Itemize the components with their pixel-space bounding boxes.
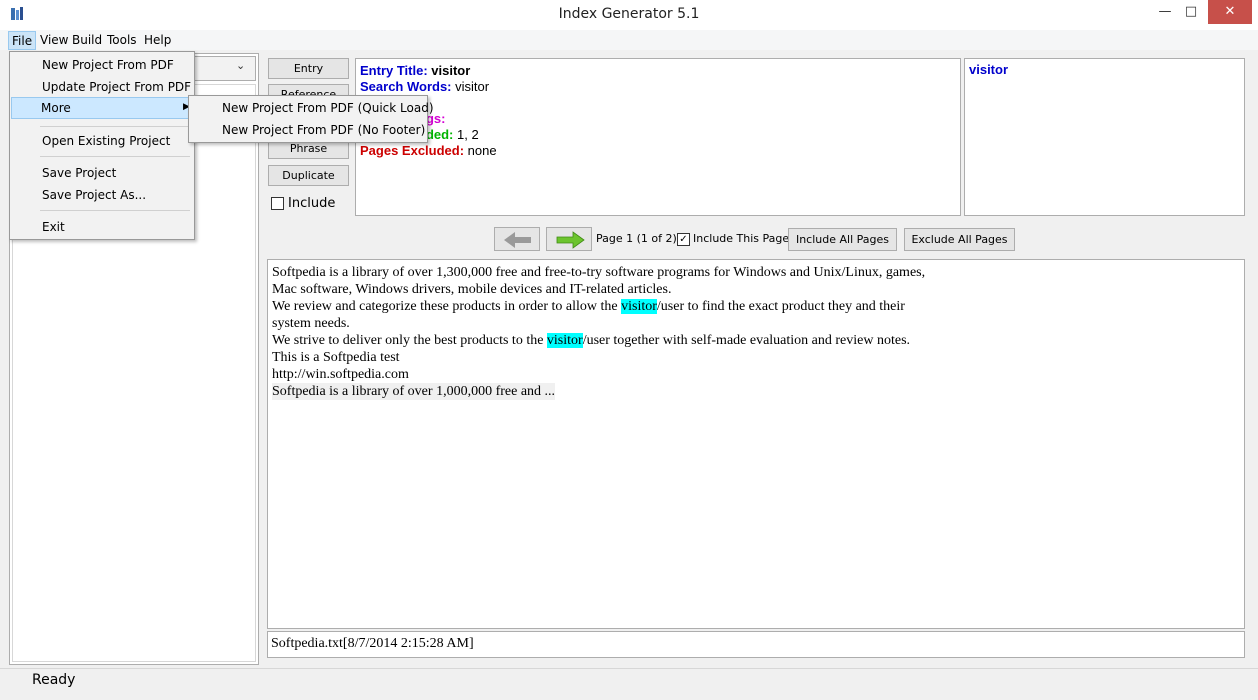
- menu-item-more-label[interactable]: More: [41, 101, 71, 115]
- minimize-button[interactable]: —: [1152, 0, 1178, 24]
- search-highlight: visitor: [546, 333, 583, 348]
- search-words-line: Search Words: visitor: [360, 79, 489, 94]
- menu-file[interactable]: File: [8, 31, 37, 50]
- include-all-pages-button[interactable]: Include All Pages: [788, 228, 897, 251]
- chevron-down-icon[interactable]: ⌄: [236, 59, 245, 72]
- duplicate-button[interactable]: Duplicate: [268, 165, 349, 186]
- menu-help[interactable]: Help: [141, 31, 174, 50]
- text-segment: /user to find the exact product they and…: [656, 299, 905, 314]
- pages-excluded-value: none: [467, 143, 497, 158]
- menu-view[interactable]: View: [37, 31, 71, 50]
- status-bar: [0, 668, 1258, 700]
- menu-build[interactable]: Build: [69, 31, 105, 50]
- result-word[interactable]: visitor: [969, 62, 1008, 77]
- text-line: system needs.: [272, 316, 350, 331]
- text-segment: We review and categorize these products …: [272, 299, 622, 314]
- menu-separator: [40, 210, 190, 211]
- search-words-key: Search Words:: [360, 79, 452, 94]
- include-label: Include: [288, 196, 336, 211]
- include-checkbox[interactable]: [271, 197, 284, 210]
- file-info: Softpedia.txt[8/7/2014 2:15:28 AM]: [271, 636, 474, 651]
- menu-tools[interactable]: Tools: [104, 31, 140, 50]
- pages-excluded-line: Pages Excluded: none: [360, 143, 497, 158]
- window-title: Index Generator 5.1: [558, 6, 700, 22]
- menu-separator: [40, 156, 190, 157]
- pages-excluded-key: Pages Excluded:: [360, 143, 465, 158]
- text-line: Mac software, Windows drivers, mobile de…: [272, 282, 672, 297]
- page-text-panel[interactable]: Softpedia is a library of over 1,300,000…: [267, 259, 1245, 629]
- page-label: Page 1 (1 of 2): [596, 232, 677, 245]
- menu-bar: [0, 30, 1258, 50]
- more-submenu: New Project From PDF (Quick Load) New Pr…: [188, 95, 434, 143]
- entry-title-key: Entry Title:: [360, 63, 428, 78]
- search-highlight: visitor: [621, 299, 657, 314]
- entry-title-value: visitor: [431, 63, 471, 78]
- entry-info-box: Entry Title: visitor Search Words: visit…: [355, 58, 961, 216]
- file-menu: New Project From PDF Update Project From…: [9, 51, 195, 240]
- arrow-left-icon: [504, 232, 531, 248]
- text-line: Softpedia is a library of over 1,000,000…: [272, 383, 556, 400]
- maximize-button[interactable]: □: [1178, 0, 1204, 24]
- text-line: http://win.softpedia.com: [272, 367, 409, 382]
- arrow-right-icon: [556, 231, 585, 249]
- text-segment: We strive to deliver only the best produ…: [272, 333, 547, 348]
- status-text: Ready: [32, 672, 76, 688]
- text-line: We review and categorize these products …: [272, 298, 905, 315]
- text-line: We strive to deliver only the best produ…: [272, 332, 910, 349]
- menu-item-more[interactable]: [11, 97, 193, 119]
- entry-button[interactable]: Entry: [268, 58, 349, 79]
- menu-separator: [40, 126, 190, 127]
- close-button[interactable]: ✕: [1208, 0, 1252, 24]
- text-line: Softpedia is a library of over 1,300,000…: [272, 265, 926, 280]
- entry-title-line: Entry Title: visitor: [360, 63, 470, 78]
- next-page-button[interactable]: [546, 227, 592, 251]
- menu-item-save-project-as[interactable]: Save Project As...: [42, 188, 146, 202]
- result-box[interactable]: [964, 58, 1245, 216]
- menu-item-save-project[interactable]: Save Project: [42, 166, 116, 180]
- menu-item-new-project-quick-load[interactable]: New Project From PDF (Quick Load): [222, 101, 434, 115]
- include-page-checkbox[interactable]: ✓: [677, 233, 690, 246]
- menu-item-new-project[interactable]: New Project From PDF: [42, 58, 174, 72]
- exclude-all-pages-button[interactable]: Exclude All Pages: [904, 228, 1015, 251]
- text-line: This is a Softpedia test: [272, 350, 400, 365]
- search-words-value: visitor: [455, 79, 490, 94]
- menu-item-new-project-no-footer[interactable]: New Project From PDF (No Footer): [222, 123, 425, 137]
- menu-item-update-project[interactable]: Update Project From PDF: [42, 80, 191, 94]
- include-page-label: Include This Page: [693, 232, 790, 245]
- menu-item-open-existing[interactable]: Open Existing Project: [42, 134, 170, 148]
- menu-item-exit[interactable]: Exit: [42, 220, 65, 234]
- text-segment: /user together with self-made evaluation…: [582, 333, 911, 348]
- pages-included-value: 1, 2: [457, 127, 479, 142]
- previous-page-button[interactable]: [494, 227, 540, 251]
